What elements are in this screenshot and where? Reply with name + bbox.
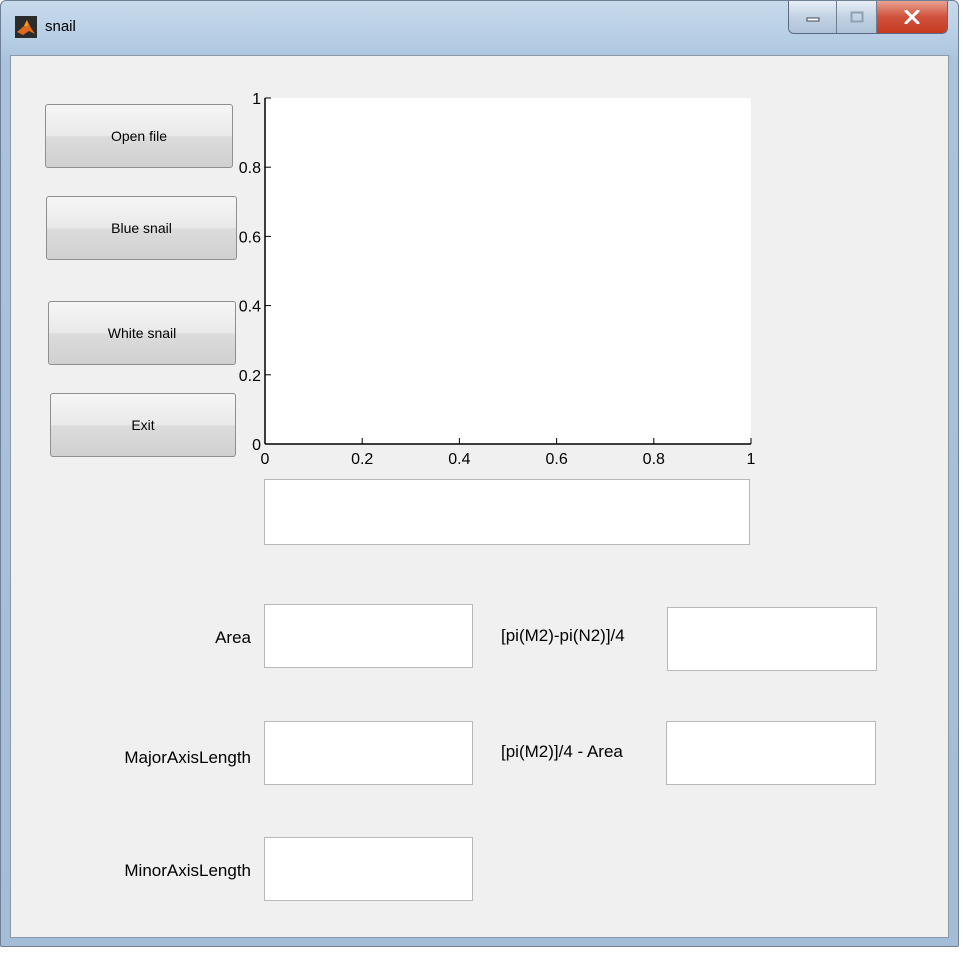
y-tick-label: 0.4	[239, 299, 261, 316]
y-tick-label: 1	[252, 91, 261, 108]
area-label: Area	[215, 628, 251, 647]
formula1-field	[667, 607, 877, 671]
x-tick-label: 0.8	[643, 451, 665, 468]
result-display	[264, 479, 750, 545]
x-tick-label: 1	[747, 451, 756, 468]
minor-axis-field	[264, 837, 473, 901]
formula2-field	[666, 721, 876, 785]
window-title: snail	[45, 18, 76, 35]
x-tick-label: 0.4	[448, 451, 470, 468]
figure-panel: Open file Blue snail White snail Exit 00…	[10, 55, 949, 938]
y-tick-label: 0.2	[239, 368, 261, 385]
x-tick-label: 0.2	[351, 451, 373, 468]
major-axis-field	[264, 721, 473, 785]
matlab-icon	[15, 16, 37, 38]
y-tick-label: 0.8	[239, 160, 261, 177]
minimize-icon	[806, 17, 819, 22]
close-icon	[904, 10, 920, 24]
y-tick-label: 0	[252, 437, 261, 454]
minor-axis-label: MinorAxisLength	[124, 861, 251, 880]
app-window: snail Open file Blue snail White snail E…	[0, 0, 959, 947]
maximize-icon	[850, 11, 863, 23]
x-tick-label: 0	[261, 451, 270, 468]
minimize-button[interactable]	[789, 1, 837, 33]
formula1-label: [pi(M2)-pi(N2)]/4	[501, 626, 625, 645]
x-tick-label: 0.6	[545, 451, 567, 468]
maximize-button[interactable]	[837, 1, 877, 33]
major-axis-label: MajorAxisLength	[124, 748, 251, 767]
close-button[interactable]	[877, 1, 947, 33]
formula2-label: [pi(M2)]/4 - Area	[501, 742, 623, 761]
caption-buttons	[788, 1, 948, 34]
y-tick-label: 0.6	[239, 229, 261, 246]
title-bar[interactable]: snail	[1, 1, 958, 55]
area-field	[264, 604, 473, 668]
